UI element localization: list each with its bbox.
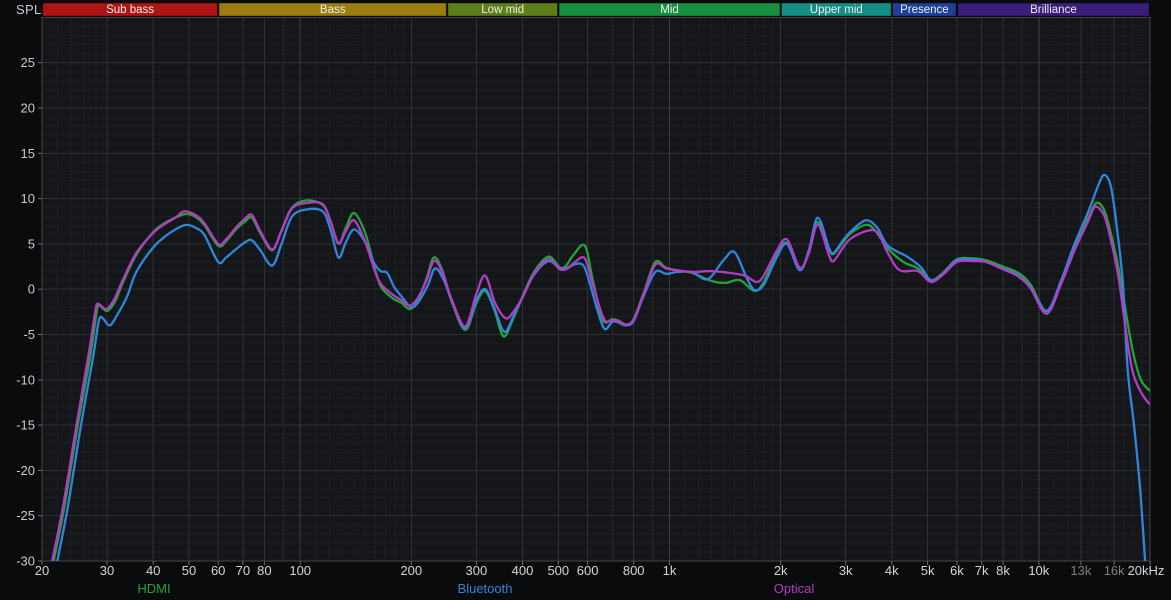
band-label: Mid	[660, 4, 679, 16]
legend-bluetooth[interactable]: Bluetooth	[458, 581, 513, 596]
y-tick-label: 10	[21, 191, 35, 206]
y-tick-label: -5	[23, 327, 35, 342]
x-tick-label: 40	[146, 563, 160, 578]
x-tick-label: 3k	[839, 563, 853, 578]
frequency-response-plot: Sub bass Bass Low mid Mid Upper mid Presence B…	[0, 0, 1171, 600]
y-tick-label: 5	[28, 236, 35, 251]
legend-optical[interactable]: Optical	[774, 581, 814, 596]
x-tick-label: 8k	[996, 563, 1010, 578]
legend-hdmi[interactable]: HDMI	[137, 581, 170, 596]
y-tick-label: -30	[16, 554, 35, 569]
x-tick-label: 30	[100, 563, 114, 578]
x-tick-label: 100	[289, 563, 311, 578]
y-tick-label: 15	[21, 146, 35, 161]
band-label: Upper mid	[810, 4, 863, 16]
y-tick-label: 0	[28, 282, 35, 297]
y-tick-label: 25	[21, 55, 35, 70]
x-tick-label: 7k	[975, 563, 989, 578]
x-tick-label: 2k	[774, 563, 788, 578]
y-tick-label: -20	[16, 463, 35, 478]
x-tick-label: 500	[547, 563, 569, 578]
frequency-bands: Sub bass Bass Low mid Mid Upper mid Presence B…	[43, 3, 1149, 16]
band-label: Bass	[320, 4, 346, 16]
x-tick-label: 60	[211, 563, 225, 578]
x-tick-label: 200	[400, 563, 422, 578]
y-tick-label: 20	[21, 101, 35, 116]
x-tick-label: 6k	[950, 563, 964, 578]
y-tick-label: -15	[16, 418, 35, 433]
x-tick-label: 400	[512, 563, 534, 578]
x-tick-label: 50	[182, 563, 196, 578]
x-tick-label: 800	[623, 563, 645, 578]
x-tick-label: 5k	[921, 563, 935, 578]
y-tick-label: -25	[16, 508, 35, 523]
x-tick-label: 16k	[1104, 563, 1125, 578]
x-tick-label: 13k	[1070, 563, 1091, 578]
x-axis: 20 30 40 50 60 70 80 100 200 300 400 500 600 800 1k 2k 3…	[35, 561, 1165, 578]
y-axis: 25 20 15 10 5 0 -5 -10 -15 -20 -25 -30	[16, 55, 42, 568]
band-label: Presence	[900, 4, 949, 16]
x-tick-label: 80	[257, 563, 271, 578]
band-label: Sub bass	[106, 4, 154, 16]
band-label: Low mid	[481, 4, 524, 16]
x-tick-label: 70	[236, 563, 250, 578]
x-tick-label: 20kHz	[1128, 563, 1165, 578]
band-label: Brilliance	[1030, 4, 1077, 16]
y-tick-label: -10	[16, 372, 35, 387]
x-tick-label: 4k	[885, 563, 899, 578]
x-tick-label: 1k	[663, 563, 677, 578]
x-tick-label: 20	[35, 563, 49, 578]
x-tick-label: 10k	[1028, 563, 1049, 578]
x-tick-label: 600	[577, 563, 599, 578]
x-tick-label: 300	[466, 563, 488, 578]
spl-measurement-chart: SPL Sub bassBassLow midMidUpper midPrese…	[0, 0, 1171, 600]
